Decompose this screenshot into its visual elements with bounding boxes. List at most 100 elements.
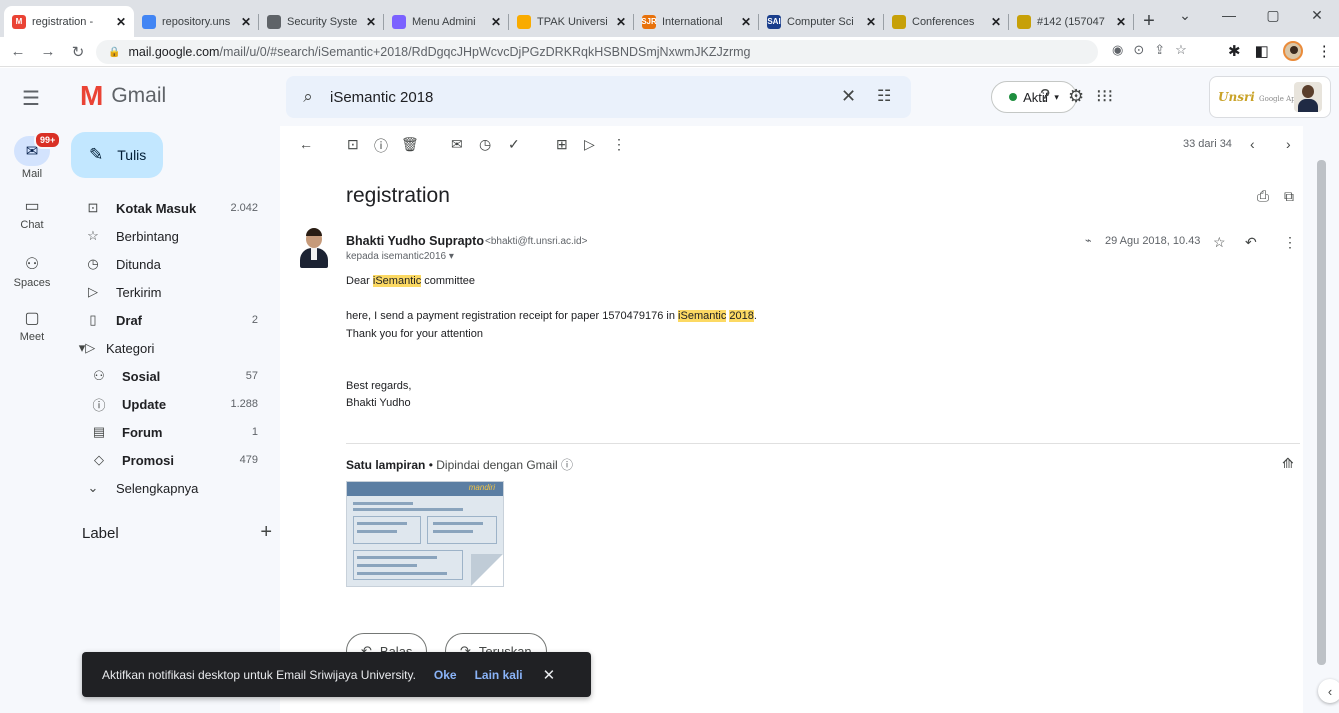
restore-icon[interactable]: ▢: [1251, 0, 1295, 30]
menu-kebab-icon[interactable]: ⋮: [1317, 42, 1332, 60]
tab-close-icon[interactable]: ✕: [989, 15, 1003, 29]
scrollbar[interactable]: [1317, 160, 1326, 665]
snooze-icon[interactable]: ◷: [479, 136, 491, 153]
archive-icon[interactable]: ⊡: [347, 136, 359, 153]
tab-close-icon[interactable]: ✕: [364, 15, 378, 29]
eye-icon[interactable]: ◉: [1112, 42, 1123, 58]
rail-item-mail[interactable]: ✉ 99+ Mail: [0, 131, 64, 180]
account-avatar[interactable]: [1294, 82, 1322, 112]
add-label-icon[interactable]: +: [260, 522, 272, 542]
nav-item-drafts[interactable]: ▯ Draf 2: [64, 306, 270, 334]
compose-button[interactable]: ✎ Tulis: [71, 132, 163, 178]
tab-close-icon[interactable]: ✕: [489, 15, 503, 29]
nav-item-starred[interactable]: ☆ Berbintang: [64, 222, 270, 250]
help-icon[interactable]: ?: [1040, 86, 1050, 107]
rail-item-spaces[interactable]: ⚇ Spaces: [0, 256, 64, 289]
sender-name[interactable]: Bhakti Yudho Suprapto: [346, 234, 484, 248]
bookmark-star-icon[interactable]: ☆: [1175, 42, 1187, 58]
reply-icon[interactable]: ↶: [1245, 234, 1257, 251]
attachment-icon: ⌁: [1085, 235, 1092, 247]
nav-item-updates[interactable]: ⓘ Update 1.288: [64, 390, 270, 418]
new-tab-button[interactable]: +: [1134, 6, 1164, 37]
nav-item-forums[interactable]: ▤ Forum 1: [64, 418, 270, 446]
nav-item-categories[interactable]: ▾▷ Kategori: [64, 334, 270, 362]
share-icon[interactable]: ⇪: [1154, 42, 1165, 58]
forward-icon[interactable]: →: [36, 43, 60, 60]
recipient-line[interactable]: kepada isemantic2016 ▾: [346, 251, 454, 262]
tab-title: International: [662, 15, 723, 28]
rail-item-chat[interactable]: ▭ Chat: [0, 198, 64, 231]
delete-icon[interactable]: 🗑: [401, 136, 419, 153]
nav-count: 479: [239, 454, 258, 466]
open-new-window-icon[interactable]: ⧉: [1284, 188, 1294, 205]
add-to-drive-icon[interactable]: ⟰: [1282, 455, 1294, 472]
search-icon[interactable]: ⌕: [286, 87, 330, 107]
reload-icon[interactable]: ↻: [66, 43, 90, 61]
apps-grid-icon[interactable]: ⁝⁝⁝: [1096, 86, 1113, 107]
label-as-icon[interactable]: ▷: [584, 136, 595, 153]
nav-item-snoozed[interactable]: ◷ Ditunda: [64, 250, 270, 278]
profile-avatar[interactable]: [1282, 41, 1303, 61]
browser-tab[interactable]: repository.uns ✕: [134, 6, 259, 37]
minimize-icon[interactable]: —: [1207, 0, 1251, 30]
add-task-icon[interactable]: ✓: [508, 136, 520, 153]
rail-item-meet[interactable]: ▢ Meet: [0, 310, 64, 343]
attachment-thumbnail[interactable]: mandiri: [346, 481, 504, 587]
account-switcher[interactable]: Unsri Google Apps: [1209, 76, 1331, 118]
scan-info-icon[interactable]: ⓘ: [561, 458, 573, 472]
clear-search-icon[interactable]: ✕: [841, 86, 856, 107]
tab-close-icon[interactable]: ✕: [239, 15, 253, 29]
tab-close-icon[interactable]: ✕: [739, 15, 753, 29]
extensions-icon[interactable]: ✱: [1228, 42, 1241, 60]
browser-tab[interactable]: SAI Computer Sci ✕: [759, 6, 884, 37]
sender-avatar[interactable]: [298, 228, 330, 270]
browser-tab[interactable]: Mregistration - ✕: [4, 6, 134, 37]
gmail-logo[interactable]: M Gmail: [80, 82, 166, 110]
tab-close-icon[interactable]: ✕: [1114, 15, 1128, 29]
search-input[interactable]: [330, 88, 810, 106]
message-more-icon[interactable]: ⋮: [1283, 234, 1297, 251]
snackbar-later-button[interactable]: Lain kali: [475, 668, 523, 682]
back-icon[interactable]: ←: [6, 43, 30, 60]
nav-item-more[interactable]: ⌄ Selengkapnya: [64, 474, 270, 502]
nav-item-sent[interactable]: ▷ Terkirim: [64, 278, 270, 306]
address-bar[interactable]: 🔒 mail.google.com/mail/u/0/#search/iSema…: [96, 40, 1098, 64]
hide-side-panel-icon[interactable]: ‹: [1318, 679, 1339, 703]
more-actions-icon[interactable]: ⋮: [612, 136, 626, 153]
status-dropdown[interactable]: Aktif ▾: [991, 81, 1077, 113]
send-icon: ▷: [88, 284, 98, 299]
settings-gear-icon[interactable]: ⚙: [1068, 86, 1084, 107]
main-menu-icon[interactable]: ☰: [22, 86, 40, 111]
recipient-details-icon[interactable]: ▾: [449, 251, 454, 262]
move-to-icon[interactable]: ⊞: [556, 136, 568, 153]
report-spam-icon[interactable]: ⓘ: [374, 136, 388, 156]
print-icon[interactable]: ⎙: [1257, 188, 1269, 205]
browser-tab[interactable]: Security Syste ✕: [259, 6, 384, 37]
snackbar-close-icon[interactable]: ✕: [543, 666, 556, 684]
older-icon[interactable]: ›: [1286, 136, 1291, 152]
tab-close-icon[interactable]: ✕: [114, 15, 128, 29]
close-window-icon[interactable]: ✕: [1295, 0, 1339, 30]
browser-tab[interactable]: Menu Admini ✕: [384, 6, 509, 37]
tab-search-icon[interactable]: ⌄: [1163, 0, 1207, 30]
star-message-icon[interactable]: ☆: [1213, 234, 1226, 251]
browser-tab[interactable]: TPAK Universi ✕: [509, 6, 634, 37]
snackbar-ok-button[interactable]: Oke: [434, 668, 457, 682]
pencil-icon: ✎: [89, 145, 104, 164]
tab-close-icon[interactable]: ✕: [614, 15, 628, 29]
nav-item-promotions[interactable]: ◇ Promosi 479: [64, 446, 270, 474]
nav-item-social[interactable]: ⚇ Sosial 57: [64, 362, 270, 390]
nav-item-inbox[interactable]: ⊡ Kotak Masuk 2.042: [64, 194, 270, 222]
search-options-icon[interactable]: ☷: [877, 86, 891, 106]
browser-tab[interactable]: #142 (157047 ✕: [1009, 6, 1134, 37]
side-panel-icon[interactable]: ◧: [1255, 42, 1269, 60]
nav-label: Kotak Masuk: [116, 200, 197, 216]
lock-icon[interactable]: 🔒: [108, 47, 120, 58]
lens-icon[interactable]: ⊙: [1133, 42, 1144, 58]
newer-icon[interactable]: ‹: [1250, 136, 1255, 152]
back-to-list-icon[interactable]: ←: [299, 136, 313, 152]
mark-unread-icon[interactable]: ✉: [451, 136, 463, 153]
tab-close-icon[interactable]: ✕: [864, 15, 878, 29]
browser-tab[interactable]: Conferences ✕: [884, 6, 1009, 37]
browser-tab[interactable]: SJR International ✕: [634, 6, 759, 37]
